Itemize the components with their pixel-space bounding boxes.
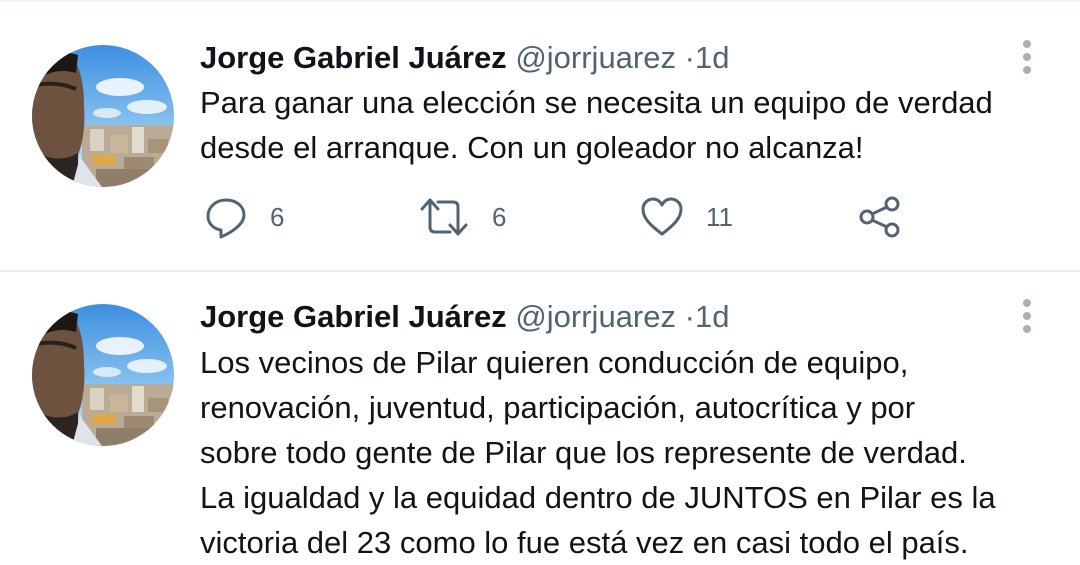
- tweet-header: Jorge Gabriel Juárez @jorrjuarez ·1d: [200, 40, 729, 76]
- avatar[interactable]: [32, 45, 174, 187]
- heart-icon: [641, 197, 683, 236]
- tweet-text-line: Los vecinos de Pilar quieren conducción …: [200, 345, 909, 380]
- tweet-header: Jorge Gabriel Juárez @jorrjuarez ·1d: [200, 299, 729, 335]
- retweet-button[interactable]: 6: [418, 192, 506, 242]
- share-button[interactable]: [858, 192, 902, 242]
- tweet-text-line: desde el arranque. Con un goleador no al…: [200, 130, 864, 165]
- avatar[interactable]: [32, 304, 174, 446]
- share-icon: [859, 196, 900, 238]
- timestamp[interactable]: 1d: [695, 299, 729, 334]
- tweet[interactable]: Jorge Gabriel Juárez @jorrjuarez ·1d Par…: [0, 0, 1080, 270]
- author-handle[interactable]: @jorrjuarez: [515, 40, 676, 75]
- reply-icon: [206, 198, 246, 239]
- more-options-icon[interactable]: [1013, 297, 1041, 335]
- separator-dot: ·: [684, 299, 695, 334]
- author-name[interactable]: Jorge Gabriel Juárez: [200, 40, 507, 75]
- tweet-text-line: victoria del 23 como lo fue está vez en …: [200, 525, 969, 560]
- timestamp[interactable]: 1d: [695, 40, 729, 75]
- like-button[interactable]: 11: [640, 192, 733, 242]
- separator-dot: ·: [684, 40, 695, 75]
- retweet-icon: [420, 198, 468, 236]
- author-handle[interactable]: @jorrjuarez: [515, 299, 676, 334]
- tweet-text-line: sobre todo gente de Pilar que los repres…: [200, 435, 967, 470]
- like-count: 11: [706, 201, 733, 232]
- tweet-actions: 6 6 11: [0, 192, 1080, 242]
- author-name[interactable]: Jorge Gabriel Juárez: [200, 299, 507, 334]
- tweet[interactable]: Jorge Gabriel Juárez @jorrjuarez ·1d Los…: [0, 272, 1080, 560]
- tweet-text: Los vecinos de Pilar quieren conducción …: [200, 340, 1060, 565]
- more-options-icon[interactable]: [1013, 38, 1041, 76]
- tweet-text-line: La igualdad y la equidad dentro de JUNTO…: [200, 480, 996, 515]
- tweet-text: Para ganar una elección se necesita un e…: [200, 80, 1060, 170]
- tweet-text-line: renovación, juventud, participación, aut…: [200, 390, 916, 425]
- reply-count: 6: [270, 201, 285, 232]
- reply-button[interactable]: 6: [204, 192, 284, 242]
- tweet-text-line: Para ganar una elección se necesita un e…: [200, 85, 993, 120]
- retweet-count: 6: [492, 201, 507, 232]
